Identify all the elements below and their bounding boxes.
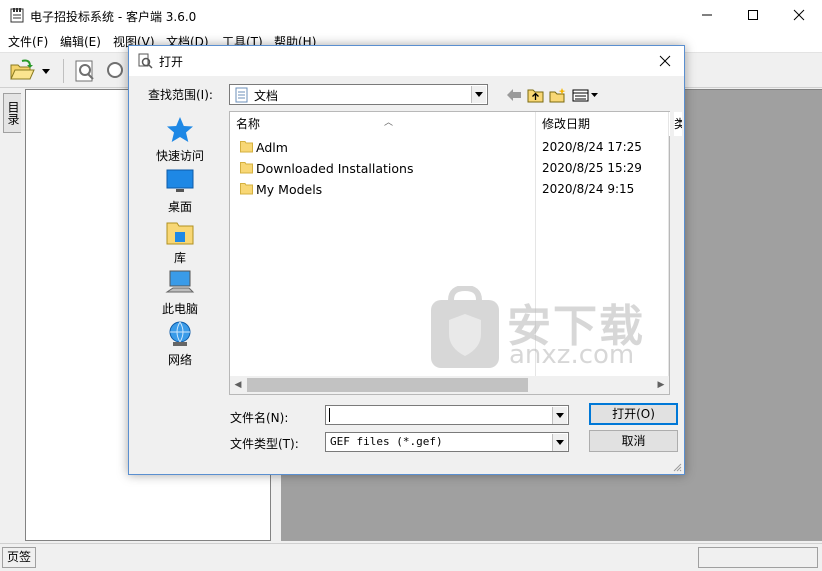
- computer-icon: [165, 270, 195, 293]
- zoom-button[interactable]: [104, 58, 128, 84]
- watermark: 安下载 anxz.com: [429, 286, 659, 376]
- place-label: 此电脑: [161, 302, 198, 316]
- close-icon: [793, 9, 805, 21]
- cancel-button[interactable]: 取消: [589, 430, 678, 452]
- folder-up-icon: [527, 89, 544, 103]
- filetype-select[interactable]: GEF files (*.gef): [325, 432, 569, 452]
- place-network[interactable]: 网络: [148, 319, 212, 368]
- back-button[interactable]: [504, 86, 524, 104]
- close-icon: [659, 55, 671, 67]
- maximize-button[interactable]: [730, 0, 776, 30]
- documents-icon: [235, 87, 248, 103]
- filename-input[interactable]: [325, 405, 569, 425]
- place-label: 库: [173, 251, 186, 265]
- folder-icon: [240, 141, 253, 153]
- places-bar: 快速访问 桌面 库 此电脑 网络: [148, 111, 228, 381]
- status-bar: 页签: [0, 543, 822, 571]
- library-icon: [166, 222, 194, 245]
- place-label: 桌面: [167, 200, 192, 214]
- preview-button[interactable]: [72, 58, 98, 84]
- arrow-left-icon: [507, 89, 521, 101]
- place-quick-access[interactable]: 快速访问: [148, 115, 212, 164]
- horizontal-scrollbar[interactable]: ◀ ▶: [230, 376, 669, 394]
- place-library[interactable]: 库: [148, 217, 212, 266]
- close-button[interactable]: [776, 0, 822, 30]
- lookin-combo[interactable]: 文档: [229, 84, 488, 105]
- tab-catalog[interactable]: 目录: [3, 93, 21, 133]
- folder-icon: [240, 162, 253, 174]
- minimize-icon: [702, 14, 712, 16]
- file-name: Downloaded Installations: [256, 161, 414, 176]
- open-folder-icon: [10, 59, 50, 80]
- menu-file[interactable]: 文件(F): [8, 33, 48, 50]
- view-menu-icon: [572, 89, 598, 102]
- lookin-value: 文档: [254, 89, 279, 103]
- chevron-down-icon: [556, 440, 564, 445]
- open-button[interactable]: 打开(O): [589, 403, 678, 425]
- new-folder-button[interactable]: [548, 86, 568, 104]
- folder-icon: [240, 183, 253, 195]
- lookin-label: 查找范围(I):: [148, 88, 213, 102]
- magnify-page-icon: [75, 60, 94, 82]
- scrollbar-thumb[interactable]: [247, 378, 528, 392]
- sidebar-tabs: 目录: [0, 89, 24, 541]
- app-title: 电子招投标系统 - 客户端 3.6.0: [30, 10, 197, 24]
- star-icon: [167, 117, 193, 142]
- file-row[interactable]: Downloaded Installations 2020/8/25 15:29: [230, 158, 670, 179]
- dialog-close-button[interactable]: [646, 46, 684, 76]
- scroll-right-button[interactable]: ▶: [654, 378, 668, 392]
- zoom-icon: [107, 62, 123, 78]
- column-header-modified[interactable]: 修改日期: [542, 112, 670, 136]
- new-folder-icon: [549, 88, 566, 103]
- shield-bag-icon: [431, 286, 499, 368]
- status-panel: [698, 547, 818, 568]
- column-header-type[interactable]: 类: [674, 112, 682, 136]
- open-file-button[interactable]: [8, 58, 56, 84]
- open-dialog: 打开 查找范围(I): 文档 快速访问 桌面 库 此电脑 网络 名称 ︿ 修改日…: [128, 45, 685, 475]
- app-icon: [10, 8, 24, 23]
- dialog-open-icon: [138, 53, 153, 69]
- maximize-icon: [748, 10, 758, 20]
- column-header-name[interactable]: 名称 ︿: [236, 112, 534, 136]
- toolbar-separator: [63, 59, 64, 83]
- sort-ascending-icon: ︿: [384, 118, 394, 128]
- chevron-down-icon: [556, 413, 564, 418]
- status-tab-pages[interactable]: 页签: [2, 547, 37, 568]
- filename-dropdown-button[interactable]: [552, 407, 567, 424]
- filetype-label: 文件类型(T):: [230, 437, 299, 451]
- up-folder-button[interactable]: [526, 86, 546, 104]
- place-desktop[interactable]: 桌面: [148, 166, 212, 215]
- filename-label: 文件名(N):: [230, 411, 289, 425]
- network-icon: [169, 321, 191, 346]
- file-date: 2020/8/24 17:25: [542, 140, 642, 154]
- place-this-pc[interactable]: 此电脑: [148, 268, 212, 317]
- scroll-left-button[interactable]: ◀: [231, 378, 245, 392]
- file-name: My Models: [256, 182, 323, 197]
- text-caret: [329, 408, 330, 422]
- view-menu-button[interactable]: [572, 86, 600, 104]
- column-name-label: 名称: [236, 117, 261, 131]
- minimize-button[interactable]: [684, 0, 730, 30]
- column-type-label: 类: [674, 117, 682, 131]
- filetype-dropdown-button[interactable]: [552, 434, 567, 451]
- lookin-dropdown-button[interactable]: [471, 86, 486, 103]
- watermark-subtext: anxz.com: [509, 340, 635, 370]
- file-name: Adlm: [256, 140, 288, 155]
- desktop-icon: [166, 169, 194, 192]
- place-label: 网络: [167, 353, 192, 367]
- resize-grip-icon[interactable]: [672, 462, 682, 472]
- dialog-title-bar: 打开: [129, 46, 684, 76]
- dialog-title: 打开: [159, 55, 184, 69]
- file-row[interactable]: Adlm 2020/8/24 17:25: [230, 137, 670, 158]
- file-date: 2020/8/24 9:15: [542, 182, 635, 196]
- file-row[interactable]: My Models 2020/8/24 9:15: [230, 179, 670, 200]
- file-date: 2020/8/25 15:29: [542, 161, 642, 175]
- place-label: 快速访问: [155, 149, 204, 163]
- chevron-down-icon: [475, 92, 483, 97]
- menu-edit[interactable]: 编辑(E): [60, 33, 101, 50]
- filetype-value: GEF files (*.gef): [330, 435, 443, 448]
- title-bar: 电子招投标系统 - 客户端 3.6.0: [0, 0, 822, 30]
- column-modified-label: 修改日期: [542, 117, 591, 131]
